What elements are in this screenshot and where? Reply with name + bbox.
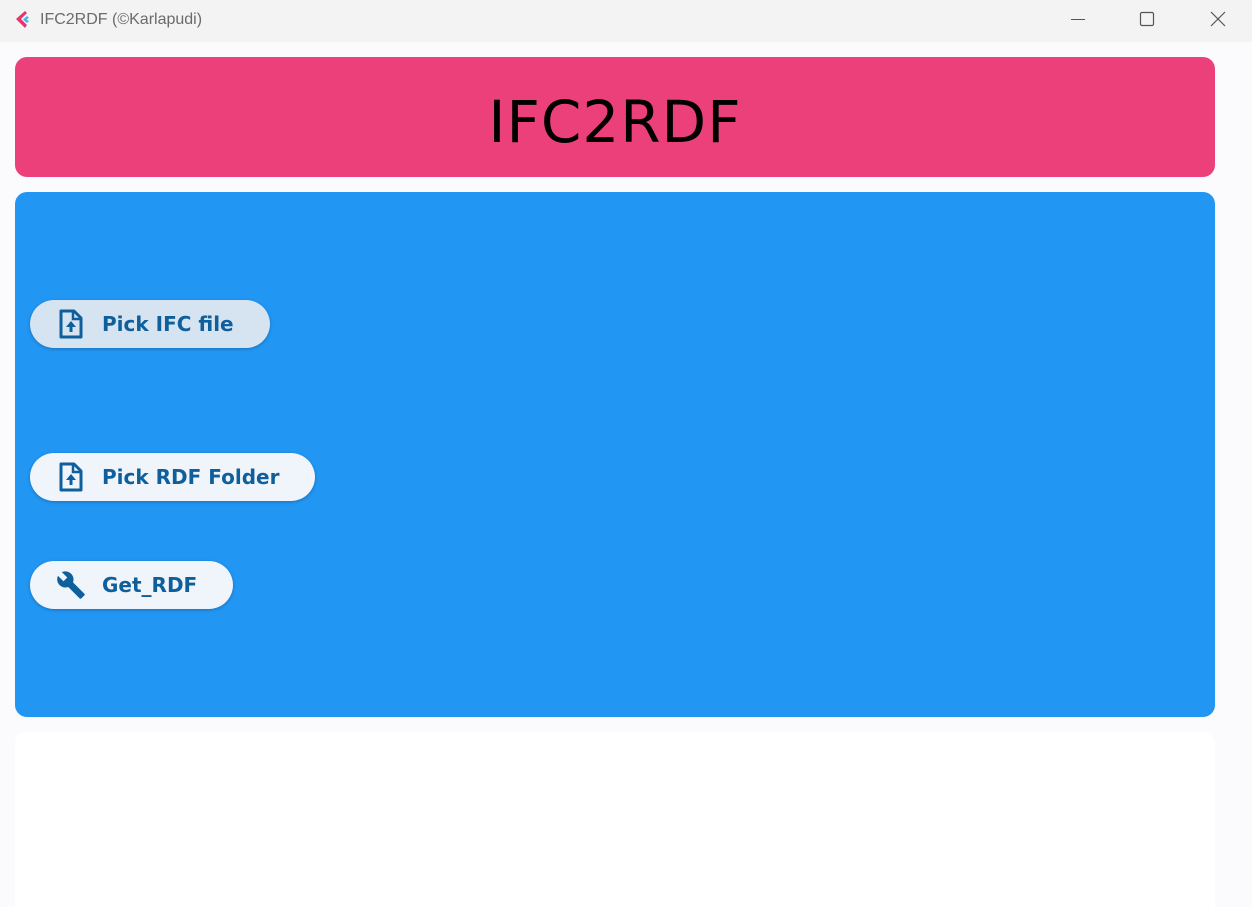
maximize-icon	[1139, 11, 1155, 31]
page-title: IFC2RDF	[488, 88, 742, 156]
get-rdf-label: Get_RDF	[102, 573, 198, 597]
main-panel: Pick IFC file Pick RDF Folder Get_RDF	[15, 192, 1215, 717]
close-icon	[1210, 11, 1226, 31]
minimize-icon	[1070, 11, 1086, 31]
maximize-button[interactable]	[1117, 0, 1177, 42]
flutter-app-icon	[13, 10, 33, 30]
pick-ifc-file-label: Pick IFC file	[102, 312, 234, 336]
close-button[interactable]	[1188, 0, 1248, 42]
output-panel	[15, 732, 1215, 907]
header-banner: IFC2RDF	[15, 57, 1215, 177]
title-bar: IFC2RDF (©Karlapudi)	[0, 0, 1252, 42]
file-upload-icon	[56, 462, 86, 492]
wrench-icon	[56, 570, 86, 600]
pick-rdf-folder-label: Pick RDF Folder	[102, 465, 280, 489]
app-window: IFC2RDF (©Karlapudi) IFC2RDF Pick IFC fi…	[0, 0, 1252, 907]
pick-ifc-file-button[interactable]: Pick IFC file	[30, 300, 270, 348]
pick-rdf-folder-button[interactable]: Pick RDF Folder	[30, 453, 316, 501]
window-title: IFC2RDF (©Karlapudi)	[40, 11, 203, 28]
file-upload-icon	[56, 309, 86, 339]
minimize-button[interactable]	[1048, 0, 1108, 42]
get-rdf-button[interactable]: Get_RDF	[30, 561, 234, 609]
